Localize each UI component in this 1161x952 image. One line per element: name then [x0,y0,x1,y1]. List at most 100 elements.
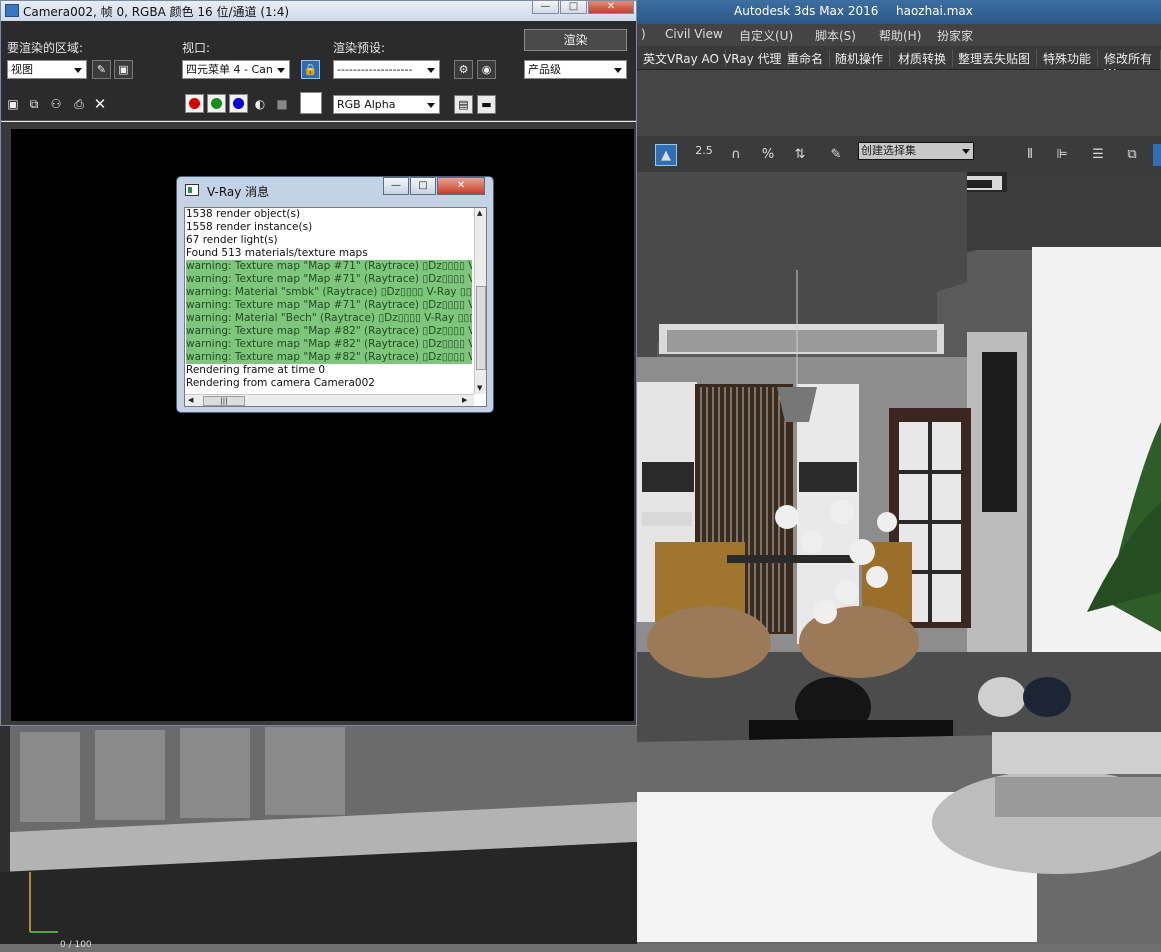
tab-vray-ao[interactable]: 英文VRay AO [643,50,726,67]
next-tool-icon[interactable] [1153,144,1161,166]
lock-icon[interactable]: 🔒 [301,60,320,79]
vray-dialog-titlebar[interactable]: V-Ray 消息 — □ ✕ [177,177,493,203]
mirror-icon[interactable]: ⫴ [1019,144,1041,166]
magnet-snap-icon[interactable]: ∩ [725,144,747,166]
edit-named-selection-icon[interactable]: ✎ [825,144,847,166]
green-channel-toggle[interactable] [207,94,226,113]
layer-manager-icon[interactable]: ☰ [1087,144,1109,166]
render-frame-titlebar[interactable]: Camera002, 帧 0, RGBA 颜色 16 位/通道 (1:4) — … [1,0,636,21]
log-line: 1538 render object(s) [186,208,301,220]
vray-minimize-button[interactable]: — [383,177,409,195]
horizontal-scroll-thumb[interactable]: ||| [203,396,245,406]
toolbar-gap [637,70,1161,136]
vray-close-button[interactable]: ✕ [437,177,485,195]
toggle-ui-icon[interactable]: ▬ [477,95,496,114]
log-line: Rendering from camera Camera002 [186,377,375,389]
scroll-left-icon[interactable]: ◀ [188,396,193,404]
time-slider[interactable]: 0 / 100 [0,940,1161,952]
minimize-button[interactable]: — [532,0,559,14]
tab-missing-maps[interactable]: 整理丢失贴图 [958,50,1038,67]
viewport-value: 四元菜单 4 - Can [186,63,273,76]
log-warning-line: warning: Texture map "Map #71" (Raytrace… [186,273,472,286]
viewport-dropdown[interactable]: 四元菜单 4 - Can [182,60,290,79]
preset-dropdown[interactable]: ------------------- [333,60,440,79]
render-setup-icon[interactable]: ⚙ [454,60,473,79]
menu-item-customize[interactable]: 自定义(U) [739,27,793,44]
monochrome-icon[interactable]: ■ [274,96,290,112]
tab-material-convert[interactable]: 材质转换 [898,50,954,67]
vray-log-area[interactable]: 1538 render object(s) 1558 render instanc… [184,207,487,407]
area-dropdown[interactable]: 视图 [7,60,87,79]
edit-region-icon[interactable]: ✎ [92,60,111,79]
log-line: Rendering frame at time 0 [186,364,326,376]
viewport-lower-left[interactable] [0,722,637,944]
tab-vray-proxy[interactable]: VRay 代理 [723,50,789,67]
print-image-icon[interactable]: ⎙ [71,96,87,112]
log-warning-line: warning: Material "Bech" (Raytrace) ▯Dz▯… [186,312,472,325]
swatch-color[interactable] [300,92,322,114]
green-channel-icon [211,98,222,109]
toggle-ui-overlay-icon[interactable]: ▤ [454,95,473,114]
clear-icon[interactable]: ✕ [92,96,108,112]
log-line: 1558 render instance(s) [186,221,313,233]
quality-dropdown[interactable]: 产品级 [524,60,627,79]
sofa-scene [0,722,637,944]
quality-value: 产品级 [528,63,561,76]
select-move-icon[interactable]: ▲ [655,144,677,166]
percent-snap-icon[interactable]: % [757,144,779,166]
vertical-scroll-thumb[interactable] [476,286,486,370]
percent-label: % [761,147,775,162]
blue-channel-toggle[interactable] [229,94,248,113]
log-warning-line: warning: Texture map "Map #82" (Raytrace… [186,325,472,338]
log-warning-line: warning: Texture map "Map #82" (Raytrace… [186,338,472,351]
scroll-down-icon[interactable]: ▼ [477,384,482,392]
scroll-right-icon[interactable]: ▶ [462,396,467,404]
save-image-icon[interactable]: ▣ [5,96,21,112]
selection-set-value: 创建选择集 [861,144,916,157]
menu-item-banjiajia[interactable]: 扮家家 [937,27,973,44]
spinner-snap-icon[interactable]: ⇅ [789,144,811,166]
vray-dialog-title: V-Ray 消息 [207,185,270,199]
log-warning-line: warning: Texture map "Map #71" (Raytrace… [186,260,472,273]
tab-rename[interactable]: 重命名 [787,50,831,67]
menu-item-scripting[interactable]: 脚本(S) [815,27,856,44]
log-line: Found 513 materials/texture maps [186,247,368,259]
file-name: haozhai.max [896,4,973,18]
perspective-viewport[interactable] [637,172,1161,952]
environment-icon[interactable]: ◉ [477,60,496,79]
close-button[interactable]: ✕ [588,0,634,14]
vray-dialog-icon [185,184,199,196]
red-channel-toggle[interactable] [185,94,204,113]
render-button[interactable]: 渲染 [524,29,627,51]
scroll-up-icon[interactable]: ▲ [477,209,482,217]
time-slider-label: 0 / 100 [60,940,92,950]
angle-snap-icon[interactable]: 2.5 [693,140,715,162]
channel-dropdown[interactable]: RGB Alpha [333,95,440,114]
render-window-icon [5,4,19,17]
vray-maximize-button[interactable]: □ [410,177,436,195]
named-selection-set-dropdown[interactable]: 创建选择集 [858,142,974,160]
channel-value: RGB Alpha [337,98,396,111]
menu-item-civil-view[interactable]: Civil View [665,27,723,41]
tab-special[interactable]: 特殊功能 [1043,50,1099,67]
align-icon[interactable]: ⊫ [1051,144,1073,166]
area-value: 视图 [11,63,33,76]
maximize-button[interactable]: □ [560,0,587,14]
clone-frame-icon[interactable]: ⚇ [48,96,64,112]
log-warning-line: warning: Texture map "Map #82" (Raytrace… [186,351,472,364]
viewport-scene [637,172,1161,952]
tab-random-ops[interactable]: 随机操作 [835,50,891,67]
horizontal-scrollbar[interactable]: ◀ ||| ▶ [185,394,474,406]
viewport-label: 视口: [182,41,211,55]
log-line: 67 render light(s) [186,234,278,246]
vertical-scrollbar[interactable]: ▲ ▼ [474,208,486,394]
alpha-channel-icon[interactable]: ◐ [252,96,268,112]
copy-image-icon[interactable]: ⧉ [26,96,42,112]
menu-item-partial[interactable]: ) [641,27,646,41]
auto-region-icon[interactable]: ▣ [114,60,133,79]
menu-item-help[interactable]: 帮助(H) [879,27,921,44]
preset-label: 渲染预设: [333,41,386,55]
blue-channel-icon [233,98,244,109]
area-label: 要渲染的区域: [7,41,84,55]
ribbon-icon[interactable]: ⧉ [1121,144,1143,166]
